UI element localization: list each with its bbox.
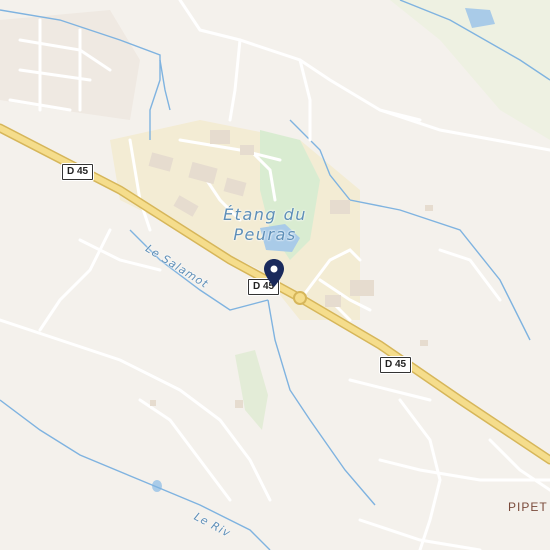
park-area xyxy=(235,350,268,430)
map-pin-icon[interactable] xyxy=(263,258,285,288)
roundabout xyxy=(293,291,307,305)
lake-label-line2: Peuras xyxy=(233,225,297,244)
residential-zone xyxy=(0,10,140,120)
road-shield-d45-east: D 45 xyxy=(380,357,412,373)
lake-label-line1: Étang du xyxy=(223,205,307,224)
lake-label: Étang du Peuras xyxy=(210,205,320,245)
road-shield-d45-west: D 45 xyxy=(62,164,94,180)
locality-label: PIPET xyxy=(508,500,548,514)
map-view[interactable]: D 45 D 45 D 45 Étang du Peuras Le Salamo… xyxy=(0,0,550,550)
